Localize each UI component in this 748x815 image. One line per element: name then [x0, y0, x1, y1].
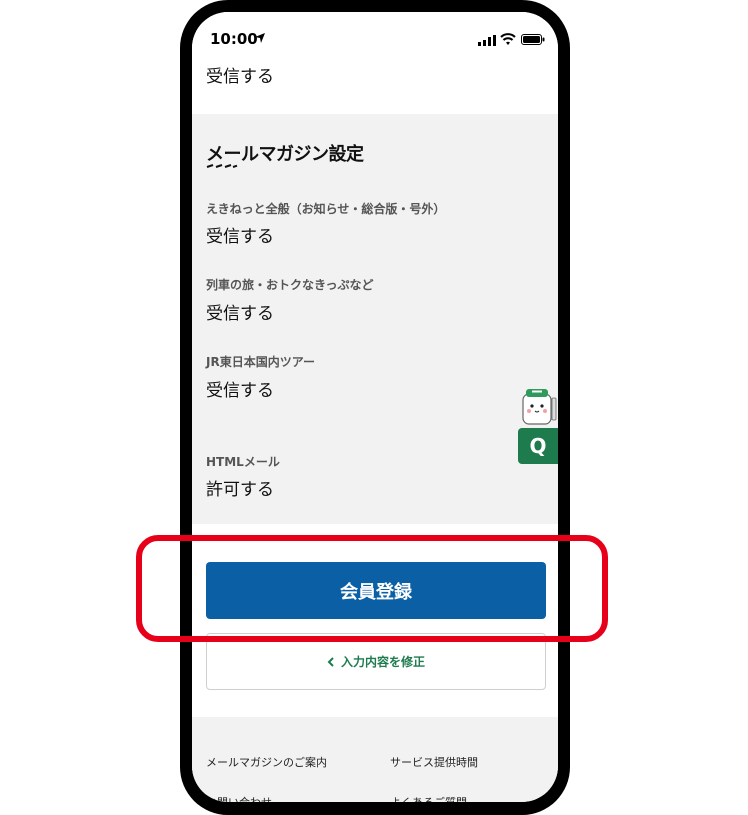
footer-link-service-hours[interactable]: サービス提供時間: [390, 754, 478, 770]
location-arrow-icon: [255, 33, 265, 43]
setting-label-html-mail: HTMLメール: [206, 455, 280, 469]
setting-label-train-travel: 列車の旅・おトクなきっぷなど: [206, 278, 374, 292]
footer-link-contact[interactable]: お問い合わせ: [206, 794, 272, 802]
section-title-underline: [206, 164, 238, 168]
chevron-left-icon: [327, 656, 334, 667]
phone-screen: 10:00 受信する メールマガジン設定 えきねっと全般（お知らせ・総合版・号外…: [192, 12, 558, 802]
setting-label-ekinet-general: えきねっと全般（お知らせ・総合版・号外）: [206, 202, 446, 216]
setting-value-html-mail: 許可する: [206, 480, 274, 500]
footer-link-mail-magazine-guide[interactable]: メールマガジンのご案内: [206, 754, 327, 770]
cellular-signal-icon: [478, 35, 496, 46]
setting-value-train-travel: 受信する: [206, 304, 274, 324]
previous-setting-value: 受信する: [206, 67, 274, 87]
status-bar: 10:00: [192, 12, 558, 60]
qa-chat-button[interactable]: Q: [518, 428, 558, 464]
edit-input-label: 入力内容を修正: [340, 655, 425, 669]
battery-icon: [521, 34, 545, 45]
setting-label-jr-east-tours: JR東日本国内ツアー: [206, 355, 315, 369]
section-title: メールマガジン設定: [206, 144, 364, 165]
setting-value-ekinet-general: 受信する: [206, 227, 274, 247]
qa-chat-label: Q: [529, 434, 547, 458]
footer-link-faq[interactable]: よくあるご質問: [390, 794, 467, 802]
wifi-icon: [500, 33, 516, 45]
footer: メールマガジンのご案内 サービス提供時間 お問い合わせ よくあるご質問: [192, 717, 558, 802]
mascot-icon[interactable]: [518, 388, 558, 428]
setting-value-jr-east-tours: 受信する: [206, 381, 274, 401]
highlight-annotation: [136, 535, 608, 642]
status-time: 10:00: [210, 30, 258, 48]
